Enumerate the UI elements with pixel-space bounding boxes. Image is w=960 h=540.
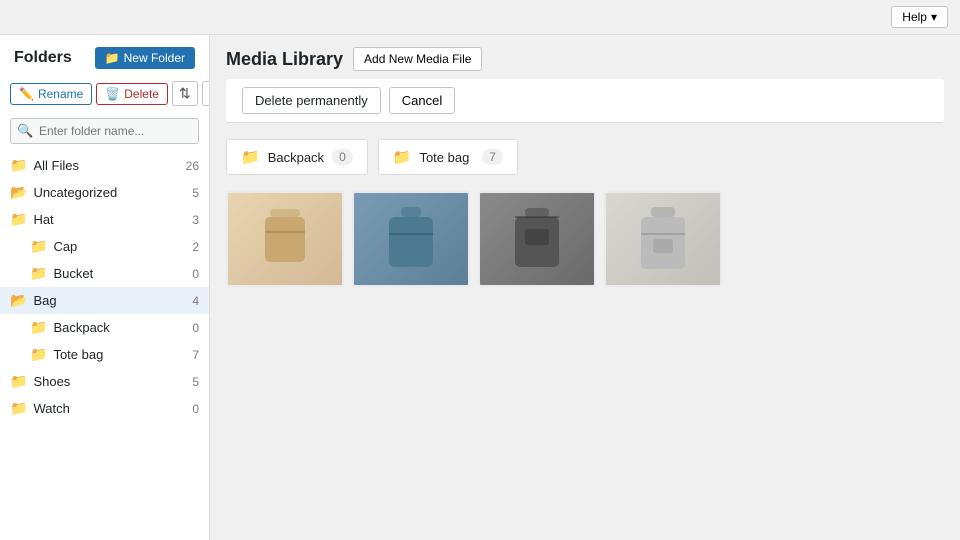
folder-icon: 📁 [10,157,27,174]
media-grid [210,183,960,295]
folder-open-icon: 📂 [10,292,27,309]
bag-svg-3 [507,204,567,274]
delete-permanently-button[interactable]: Delete permanently [242,87,381,114]
folder-icon: 📁 [241,148,260,166]
content-area: Media Library Add New Media File Delete … [210,35,960,540]
media-item-bag-4[interactable] [604,191,722,287]
add-media-button[interactable]: Add New Media File [353,47,482,71]
more-options-button[interactable]: ⋯ [202,81,210,106]
subfolder-backpack[interactable]: 📁 Backpack 0 [226,139,368,175]
sidebar-item-backpack[interactable]: 📁 Backpack 0 [20,314,209,341]
bag-image-grey [480,193,594,285]
media-item-bag-1[interactable] [226,191,344,287]
subfolder-backpack-count: 0 [332,149,353,165]
sidebar-actions: ✏️ Rename 🗑️ Delete ⇅ ⋯ ‹ [0,77,209,114]
sidebar-item-bag[interactable]: 📂 Bag 4 [0,287,209,314]
sort-button[interactable]: ⇅ [172,81,198,106]
folder-icon: 📁 [10,211,27,228]
sidebar-item-shoes[interactable]: 📁 Shoes 5 [0,368,209,395]
folder-icon: 📁 [30,238,47,255]
media-item-bag-2[interactable] [352,191,470,287]
folder-icon: 📁 [393,148,412,166]
page-title: Media Library [226,49,343,70]
sidebar-item-tote-bag[interactable]: 📁 Tote bag 7 [20,341,209,368]
search-input[interactable] [10,118,199,144]
bag-svg-2 [381,204,441,274]
folder-icon: 📁 [10,400,27,417]
bag-svg-1 [255,204,315,274]
chevron-down-icon: ▾ [931,10,937,24]
search-box: 🔍 [10,118,199,144]
sidebar-title: Folders [14,49,72,67]
folder-list: 📁 All Files 26 📂 Uncategorized 5 📁 Hat 3… [0,152,209,540]
sidebar-header: Folders 📁 New Folder [0,35,209,77]
bag-svg-4 [633,204,693,274]
rename-button[interactable]: ✏️ Rename [10,83,92,105]
search-icon: 🔍 [17,123,33,139]
sidebar-item-uncategorized[interactable]: 📂 Uncategorized 5 [0,179,209,206]
hat-subitems: 📁 Cap 2 📁 Bucket 0 [0,233,209,287]
subfolder-tote-bag-label: Tote bag [419,150,469,165]
folder-icon: 📁 [30,346,47,363]
action-bar: Delete permanently Cancel [226,79,944,123]
rename-icon: ✏️ [19,87,34,101]
sidebar: Folders 📁 New Folder ✏️ Rename 🗑️ Delete… [0,35,210,540]
folder-icon: 📁 [30,319,47,336]
subfolder-backpack-label: Backpack [268,150,324,165]
main-layout: Folders 📁 New Folder ✏️ Rename 🗑️ Delete… [0,35,960,540]
folder-plus-icon: 📁 [105,51,120,65]
folder-icon: 📂 [10,184,27,201]
content-header: Media Library Add New Media File [210,35,960,79]
media-item-bag-3[interactable] [478,191,596,287]
bag-subitems: 📁 Backpack 0 📁 Tote bag 7 [0,314,209,368]
delete-button[interactable]: 🗑️ Delete [96,83,168,105]
folder-icon: 📁 [30,265,47,282]
new-folder-button[interactable]: 📁 New Folder [95,47,195,69]
help-button[interactable]: Help ▾ [891,6,948,28]
sidebar-item-all-files[interactable]: 📁 All Files 26 [0,152,209,179]
bag-image-white [606,193,720,285]
trash-icon: 🗑️ [105,87,120,101]
cancel-button[interactable]: Cancel [389,87,455,114]
sidebar-item-hat[interactable]: 📁 Hat 3 [0,206,209,233]
bag-image-beige [228,193,342,285]
sidebar-item-cap[interactable]: 📁 Cap 2 [20,233,209,260]
bag-image-blue [354,193,468,285]
subfolder-tote-bag-count: 7 [482,149,503,165]
help-label: Help [902,10,927,24]
folder-icon: 📁 [10,373,27,390]
subfolder-row: 📁 Backpack 0 📁 Tote bag 7 [210,131,960,183]
sort-icon: ⇅ [179,85,191,102]
top-bar: Help ▾ [0,0,960,35]
sidebar-item-bucket[interactable]: 📁 Bucket 0 [20,260,209,287]
sidebar-item-watch[interactable]: 📁 Watch 0 [0,395,209,422]
subfolder-tote-bag[interactable]: 📁 Tote bag 7 [378,139,518,175]
